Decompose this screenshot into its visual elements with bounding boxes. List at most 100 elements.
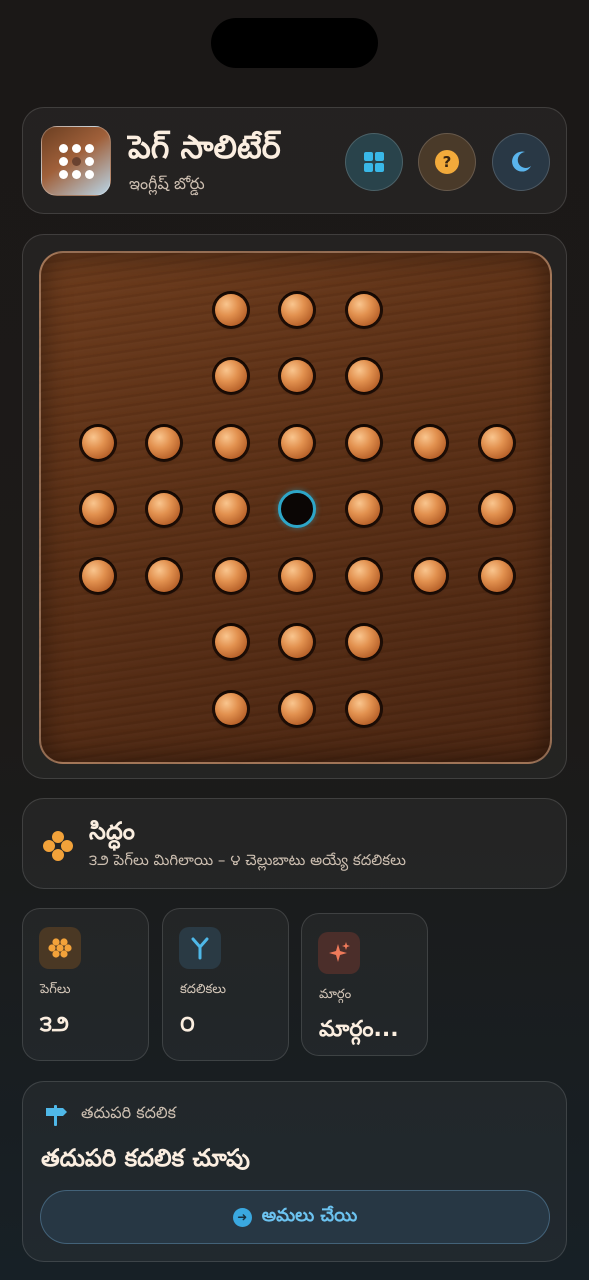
stat-value-path: మార్గం... bbox=[319, 1017, 399, 1042]
peg[interactable] bbox=[81, 493, 114, 525]
peg[interactable] bbox=[148, 559, 180, 592]
board-hole[interactable] bbox=[278, 689, 316, 728]
peg[interactable] bbox=[81, 426, 114, 459]
status-subtitle: ౩౨ పెగ్‌లు మిగిలాయి – ౪ చెల్లుబాటు అయ్యే… bbox=[89, 851, 406, 869]
stat-value-pegs: ౩౨ bbox=[40, 1012, 70, 1037]
peg[interactable] bbox=[281, 692, 313, 725]
peg[interactable] bbox=[148, 426, 180, 459]
board-hole[interactable] bbox=[344, 623, 383, 661]
peg[interactable] bbox=[214, 426, 247, 459]
board-hole[interactable] bbox=[211, 623, 250, 661]
peg[interactable] bbox=[414, 493, 446, 525]
board-hole[interactable] bbox=[211, 689, 250, 728]
signpost-icon bbox=[46, 1105, 67, 1126]
moon-icon bbox=[512, 151, 531, 172]
peg[interactable] bbox=[81, 559, 114, 592]
grid-icon bbox=[364, 152, 384, 172]
peg[interactable] bbox=[214, 293, 247, 326]
board-hole[interactable] bbox=[145, 490, 183, 528]
peg[interactable] bbox=[281, 559, 313, 592]
peg[interactable] bbox=[347, 493, 380, 525]
board-hole[interactable] bbox=[278, 290, 316, 329]
peg[interactable] bbox=[281, 360, 313, 392]
stat-label-pegs: పెగ్‌లు bbox=[40, 982, 71, 997]
stat-label-moves: కదలికలు bbox=[180, 982, 226, 997]
moves-icon bbox=[191, 937, 209, 960]
app-logo-icon bbox=[41, 126, 111, 196]
board-hole[interactable] bbox=[344, 490, 383, 528]
peg[interactable] bbox=[480, 493, 513, 525]
peg[interactable] bbox=[281, 293, 313, 326]
arrow-right-icon: ➜ bbox=[232, 1207, 252, 1227]
pegs-cluster-icon bbox=[43, 831, 73, 861]
apply-move-label: అమలు చేయి bbox=[261, 1204, 358, 1226]
board-hole[interactable] bbox=[278, 623, 316, 661]
peg[interactable] bbox=[347, 426, 380, 459]
camera-notch bbox=[211, 18, 378, 68]
board-hole[interactable] bbox=[344, 423, 383, 462]
app-title: పెగ్ సాలిటేర్ bbox=[128, 128, 281, 166]
stat-card-pegs: పెగ్‌లు ౩౨ bbox=[22, 908, 149, 1061]
peg[interactable] bbox=[214, 493, 247, 525]
peg[interactable] bbox=[148, 493, 180, 525]
board-hole[interactable] bbox=[78, 556, 117, 595]
board-hole[interactable] bbox=[78, 423, 117, 462]
stat-value-moves: ౦ bbox=[180, 1012, 195, 1037]
board-hole[interactable] bbox=[411, 423, 449, 462]
board-hole[interactable] bbox=[278, 423, 316, 462]
status-panel: సిద్ధం ౩౨ పెగ్‌లు మిగిలాయి – ౪ చెల్లుబాట… bbox=[22, 798, 567, 889]
board-hole[interactable] bbox=[211, 490, 250, 528]
peg[interactable] bbox=[347, 692, 380, 725]
app-header: పెగ్ సాలిటేర్ ఇంగ్లీష్ బోర్డు ? bbox=[22, 107, 567, 214]
show-next-move-title: తదుపరి కదలిక చూపు bbox=[41, 1144, 250, 1172]
peg[interactable] bbox=[414, 559, 446, 592]
pegs-icon bbox=[48, 938, 72, 958]
board-panel bbox=[22, 234, 567, 779]
board-hole[interactable] bbox=[344, 290, 383, 329]
status-title: సిద్ధం bbox=[89, 817, 135, 845]
board-hole[interactable] bbox=[344, 357, 383, 395]
sparkle-icon bbox=[329, 942, 350, 962]
board-hole[interactable] bbox=[477, 490, 516, 528]
hint-label: తదుపరి కదలిక bbox=[81, 1103, 176, 1122]
board-hole[interactable] bbox=[278, 556, 316, 595]
board-hole[interactable] bbox=[477, 423, 516, 462]
stat-card-moves: కదలికలు ౦ bbox=[162, 908, 289, 1061]
peg[interactable] bbox=[480, 426, 513, 459]
peg[interactable] bbox=[214, 626, 247, 658]
peg[interactable] bbox=[214, 692, 247, 725]
peg[interactable] bbox=[347, 626, 380, 658]
theme-toggle-button[interactable] bbox=[492, 133, 550, 191]
empty-hole[interactable] bbox=[278, 490, 316, 528]
board-hole[interactable] bbox=[211, 556, 250, 595]
peg[interactable] bbox=[214, 360, 247, 392]
board-hole[interactable] bbox=[344, 556, 383, 595]
stat-card-path: మార్గం మార్గం... bbox=[301, 913, 428, 1056]
board-hole[interactable] bbox=[211, 290, 250, 329]
stat-label-path: మార్గం bbox=[319, 987, 352, 1002]
peg[interactable] bbox=[414, 426, 446, 459]
game-board bbox=[39, 251, 552, 764]
apply-move-button[interactable]: ➜ అమలు చేయి bbox=[40, 1190, 550, 1244]
board-select-button[interactable] bbox=[345, 133, 403, 191]
peg[interactable] bbox=[281, 426, 313, 459]
board-hole[interactable] bbox=[78, 490, 117, 528]
board-hole[interactable] bbox=[145, 556, 183, 595]
board-hole[interactable] bbox=[278, 357, 316, 395]
peg[interactable] bbox=[281, 626, 313, 658]
board-hole[interactable] bbox=[145, 423, 183, 462]
peg[interactable] bbox=[347, 559, 380, 592]
help-button[interactable]: ? bbox=[418, 133, 476, 191]
board-hole[interactable] bbox=[344, 689, 383, 728]
peg[interactable] bbox=[480, 559, 513, 592]
board-hole[interactable] bbox=[211, 357, 250, 395]
help-icon: ? bbox=[435, 150, 459, 174]
board-hole[interactable] bbox=[211, 423, 250, 462]
board-type-subtitle: ఇంగ్లీష్ బోర్డు bbox=[129, 174, 205, 193]
peg[interactable] bbox=[347, 293, 380, 326]
board-hole[interactable] bbox=[477, 556, 516, 595]
board-hole[interactable] bbox=[411, 490, 449, 528]
peg[interactable] bbox=[214, 559, 247, 592]
board-hole[interactable] bbox=[411, 556, 449, 595]
peg[interactable] bbox=[347, 360, 380, 392]
